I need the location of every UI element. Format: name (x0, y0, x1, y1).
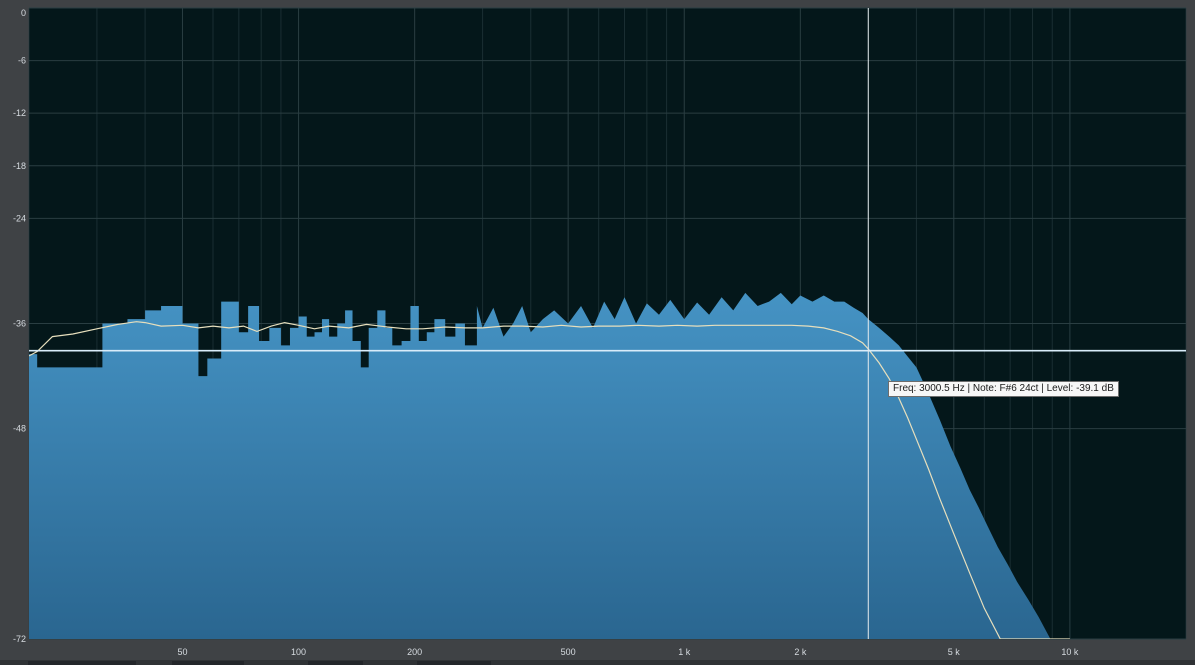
spectrum-analyzer-plot[interactable]: 0-6-12-18-24-36-48-72 50 100 200 500 1 k2 k5… (0, 0, 1195, 665)
y-tick-label: -12 (13, 108, 26, 118)
y-tick-label: 0 (21, 8, 26, 18)
x-tick-label: 50 (177, 647, 187, 657)
x-tick-label: 1 k (678, 647, 691, 657)
x-tick-label: 500 (561, 647, 576, 657)
x-tick-label: 100 (291, 647, 306, 657)
y-tick-label: -6 (18, 56, 26, 66)
strip-segment (28, 661, 136, 665)
strip-segment (172, 661, 244, 665)
y-axis-labels: 0 -6 -12 -18 -24 -36 -48 -72 (13, 8, 26, 644)
y-tick-label: -24 (13, 213, 26, 223)
x-tick-label: 10 k (1061, 647, 1079, 657)
y-tick-label: -48 (13, 424, 26, 434)
x-tick-label: 200 (407, 647, 422, 657)
x-axis-labels: 50 100 200 500 1 k 2 k 5 k 10 k (177, 647, 1078, 657)
cursor-readout-tooltip: Freq: 3000.5 Hz | Note: F#6 24ct | Level… (888, 381, 1119, 397)
y-tick-label: -72 (13, 634, 26, 644)
x-tick-label: 2 k (794, 647, 807, 657)
y-tick-label: -36 (13, 319, 26, 329)
strip-segment (308, 661, 363, 665)
y-tick-label: -18 (13, 161, 26, 171)
spectrum-analyzer-window: 0 -6 -12 -18 -24 -36 -48 -72 50 100 200 500 1 k2 k5… (0, 0, 1195, 665)
x-tick-label: 5 k (948, 647, 961, 657)
strip-segment (417, 661, 491, 665)
